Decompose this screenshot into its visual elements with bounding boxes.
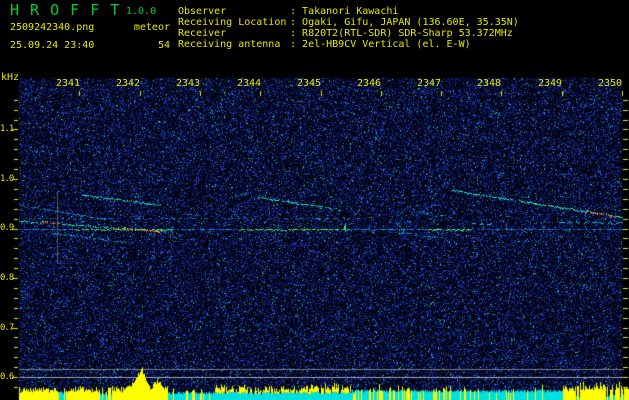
freq-tick-label: 1.1 [0, 124, 14, 134]
station-info-value: 2el-HB9CV Vertical (el. E-W) [302, 39, 471, 50]
time-tick-label: 2343 [175, 78, 201, 89]
time-tick-label: 2344 [236, 78, 262, 89]
station-info-row: Receiving Location: Ogaki, Gifu, JAPAN (… [178, 17, 519, 28]
freq-tick-label: 0.6 [0, 372, 14, 382]
app-title: H R O F F T [10, 1, 121, 19]
header-left: H R O F F T 1.0.0 2509242340.png meteor … [10, 3, 170, 55]
time-tick-label: 2347 [416, 78, 442, 89]
time-tick-label: 2350 [597, 78, 623, 89]
time-tick-label: 2342 [115, 78, 141, 89]
datetime: 25.09.24 23:40 [10, 40, 95, 51]
station-info-row: Receiver: R820T2(RTL-SDR) SDR-Sharp 53.3… [178, 28, 519, 39]
time-tick-label: 2341 [55, 78, 81, 89]
station-info-value: Ogaki, Gifu, JAPAN (136.60E, 35.35N) [302, 17, 519, 28]
time-tick-label: 2348 [476, 78, 502, 89]
hrofft-screen: H R O F F T 1.0.0 2509242340.png meteor … [0, 0, 629, 400]
file-row: 2509242340.png meteor [10, 20, 170, 38]
station-info-row: Receiving antenna: 2el-HB9CV Vertical (e… [178, 39, 519, 50]
freq-tick-label: 0.9 [0, 223, 14, 233]
time-tick-label: 2349 [537, 78, 563, 89]
freq-tick-label: 1.0 [0, 174, 14, 184]
station-info-value: R820T2(RTL-SDR) SDR-Sharp 53.372MHz [302, 28, 513, 39]
time-tick-label: 2345 [296, 78, 322, 89]
freq-tick-label: 0.8 [0, 273, 14, 283]
station-info-label: Receiver [178, 28, 227, 39]
spectrogram-canvas [0, 0, 629, 400]
freq-tick-label: 0.7 [0, 323, 14, 333]
station-info-value: Takanori Kawachi [302, 6, 399, 17]
filename: 2509242340.png [10, 22, 95, 33]
time-tick-label: 2346 [356, 78, 382, 89]
colon-separator: : [290, 17, 303, 28]
station-info-label: Observer [178, 6, 227, 17]
colon-separator: : [290, 6, 303, 17]
app-version: 1.0.0 [126, 6, 157, 17]
mode-label: meteor [133, 22, 170, 33]
station-info-row: Observer: Takanori Kawachi [178, 6, 519, 17]
colon-separator: : [290, 39, 303, 50]
station-info-label: Receiving antenna [178, 39, 281, 50]
freq-unit-label: kHz [1, 72, 20, 83]
colon-separator: : [290, 28, 303, 39]
title-row: H R O F F T 1.0.0 [10, 3, 160, 20]
datetime-row: 25.09.24 23:40 54 [10, 38, 170, 55]
station-info-label: Receiving Location [178, 17, 287, 28]
station-info: Observer: Takanori Kawachi Receiving Loca… [178, 6, 519, 50]
echo-count: 54 [157, 40, 170, 51]
